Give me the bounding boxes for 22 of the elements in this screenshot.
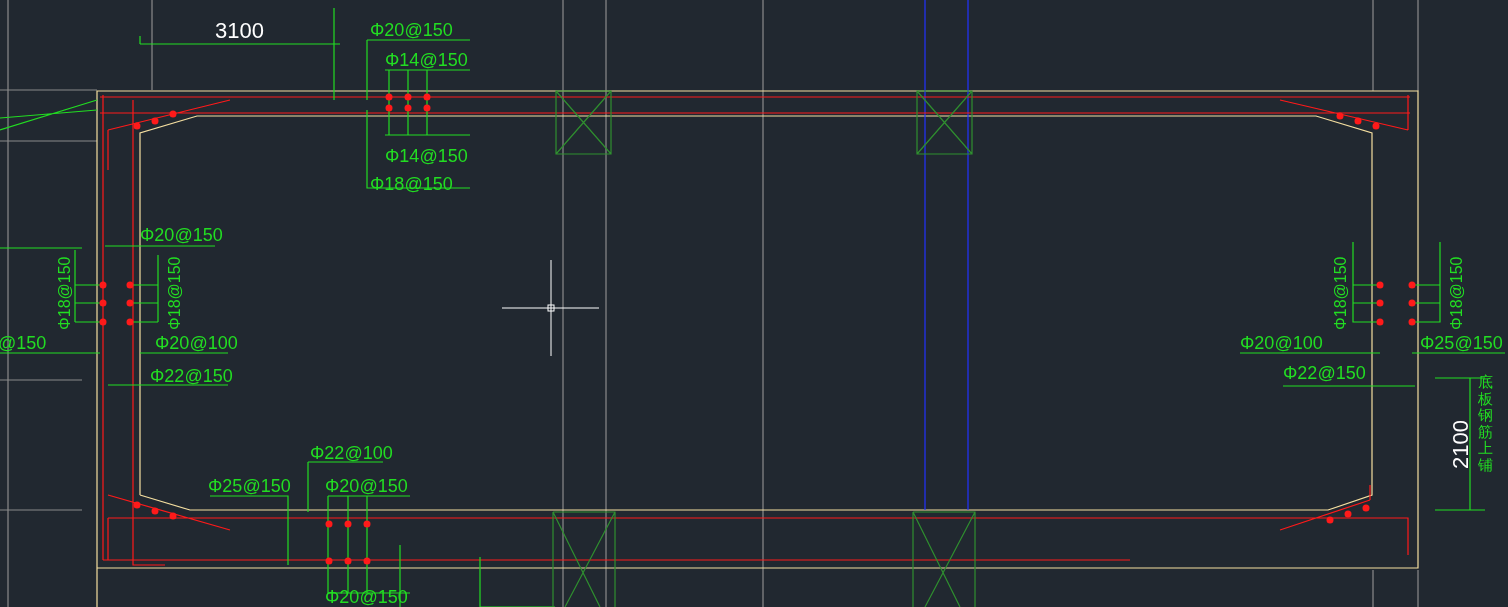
rebar-label: Φ20@150 (325, 476, 408, 496)
rebar-label: Φ20@100 (1240, 333, 1323, 353)
rebar-label: Φ20@100 (155, 333, 238, 353)
crosshair-cursor-icon (501, 259, 600, 357)
rebar-label: Φ18@150 (166, 256, 183, 330)
rebar-label: Φ18@150 (56, 256, 73, 330)
dimension-text: 3100 (215, 18, 264, 43)
rebar-label: Φ20@150 (140, 225, 223, 245)
rebar-label: Φ18@150 (1448, 256, 1465, 330)
rebar-label: Φ14@150 (385, 50, 468, 70)
rebar-label: Φ20@150 (370, 20, 453, 40)
rebar-label: Φ22@100 (310, 443, 393, 463)
rebar-label: Φ18@150 (370, 174, 453, 194)
rebar-label: Φ18@150 (1332, 256, 1349, 330)
rebar-label: Φ25@150 (208, 476, 291, 496)
dimension-text: 2100 (1448, 420, 1473, 469)
rebar-label: Φ22@150 (1283, 363, 1366, 383)
note-text: 底板钢筋上铺 (1478, 374, 1493, 473)
rebar-label: Φ22@150 (150, 366, 233, 386)
rebar-label: Φ25@150 (1420, 333, 1503, 353)
rebar-label: Φ14@150 (385, 146, 468, 166)
rebar-label: @150 (0, 333, 47, 353)
